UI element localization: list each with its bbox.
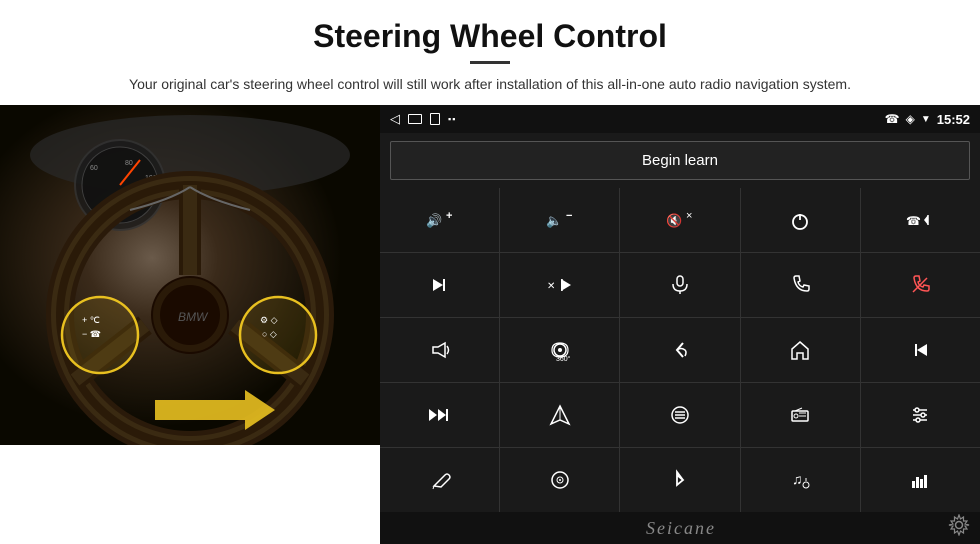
hang-up-button[interactable]	[861, 253, 980, 317]
equalizer-button[interactable]	[861, 448, 980, 512]
music-settings-button[interactable]: ♫	[741, 448, 860, 512]
svg-text:+ ℃: + ℃	[82, 315, 100, 325]
status-time: 15:52	[937, 112, 970, 127]
svg-text:+: +	[446, 210, 452, 222]
photo-inner: 60 80 100	[0, 105, 380, 445]
control-panel: ◁ ▪▪ ☎ ◈ ▼ 15:52 Begin learn	[380, 105, 980, 544]
disc-button[interactable]	[500, 448, 619, 512]
phone-status-icon: ☎	[885, 112, 900, 126]
svg-text:BMW: BMW	[178, 310, 209, 324]
vol-up-button[interactable]: 🔊+	[380, 188, 499, 252]
svg-text:♫: ♫	[792, 471, 803, 487]
page-title: Steering Wheel Control	[40, 18, 940, 55]
status-bar: ◁ ▪▪ ☎ ◈ ▼ 15:52	[380, 105, 980, 133]
begin-learn-button[interactable]: Begin learn	[390, 141, 970, 180]
pen-button[interactable]	[380, 448, 499, 512]
status-right: ☎ ◈ ▼ 15:52	[885, 112, 970, 127]
title-divider	[470, 61, 510, 64]
subtitle-text: Your original car's steering wheel contr…	[110, 74, 870, 95]
bluetooth-button[interactable]	[620, 448, 739, 512]
begin-learn-row: Begin learn	[380, 133, 980, 188]
content-row: 60 80 100	[0, 105, 980, 544]
fast-forward-button[interactable]	[380, 383, 499, 447]
header-section: Steering Wheel Control Your original car…	[0, 0, 980, 105]
camera-360-button[interactable]: 360°	[500, 318, 619, 382]
svg-text:360°: 360°	[556, 355, 571, 361]
svg-text:🔈: 🔈	[546, 213, 562, 229]
steering-photo: 60 80 100	[0, 105, 380, 445]
seicane-logo: Seicane	[414, 518, 948, 539]
svg-text:80: 80	[125, 160, 133, 167]
navigate-button[interactable]	[500, 383, 619, 447]
next-track-button[interactable]	[380, 253, 499, 317]
svg-text:⚙ ◇: ⚙ ◇	[260, 315, 278, 325]
svg-text:✕: ✕	[547, 281, 555, 292]
wifi-status-icon: ▼	[921, 114, 931, 125]
prev-track-button[interactable]	[861, 318, 980, 382]
sliders-button[interactable]	[861, 383, 980, 447]
steering-wheel-svg: 60 80 100	[0, 105, 380, 445]
svg-text:60: 60	[90, 165, 98, 172]
recent-nav-icon[interactable]	[430, 113, 440, 125]
horn-button[interactable]	[380, 318, 499, 382]
bottom-bar: Seicane	[380, 512, 980, 544]
location-status-icon: ◈	[906, 112, 915, 126]
svg-text:○ ◇: ○ ◇	[262, 329, 277, 339]
power-button[interactable]	[741, 188, 860, 252]
vol-mute-button[interactable]: 🔇×	[620, 188, 739, 252]
svg-text:🔇: 🔇	[666, 213, 682, 228]
home-nav-icon[interactable]	[408, 114, 422, 124]
svg-text:☎: ☎	[906, 214, 921, 228]
svg-text:🔊: 🔊	[426, 212, 442, 229]
svg-text:− ☎: − ☎	[82, 329, 101, 339]
page-wrapper: Steering Wheel Control Your original car…	[0, 0, 980, 544]
radio-button[interactable]	[741, 383, 860, 447]
home-button[interactable]	[741, 318, 860, 382]
svg-text:−: −	[566, 210, 572, 222]
status-left: ◁ ▪▪	[390, 111, 456, 127]
eq-button[interactable]	[620, 383, 739, 447]
back-button[interactable]	[620, 318, 739, 382]
back-nav-icon[interactable]: ◁	[390, 111, 400, 127]
shuffle-button[interactable]: ✕	[500, 253, 619, 317]
controls-grid: 🔊+ 🔈− 🔇× ☎	[380, 188, 980, 512]
phone-button[interactable]	[741, 253, 860, 317]
phone-prev-button[interactable]: ☎	[861, 188, 980, 252]
svg-text:×: ×	[686, 210, 692, 222]
settings-gear-icon[interactable]	[948, 514, 970, 542]
signal-dots: ▪▪	[448, 114, 456, 124]
mic-button[interactable]	[620, 253, 739, 317]
vol-down-button[interactable]: 🔈−	[500, 188, 619, 252]
